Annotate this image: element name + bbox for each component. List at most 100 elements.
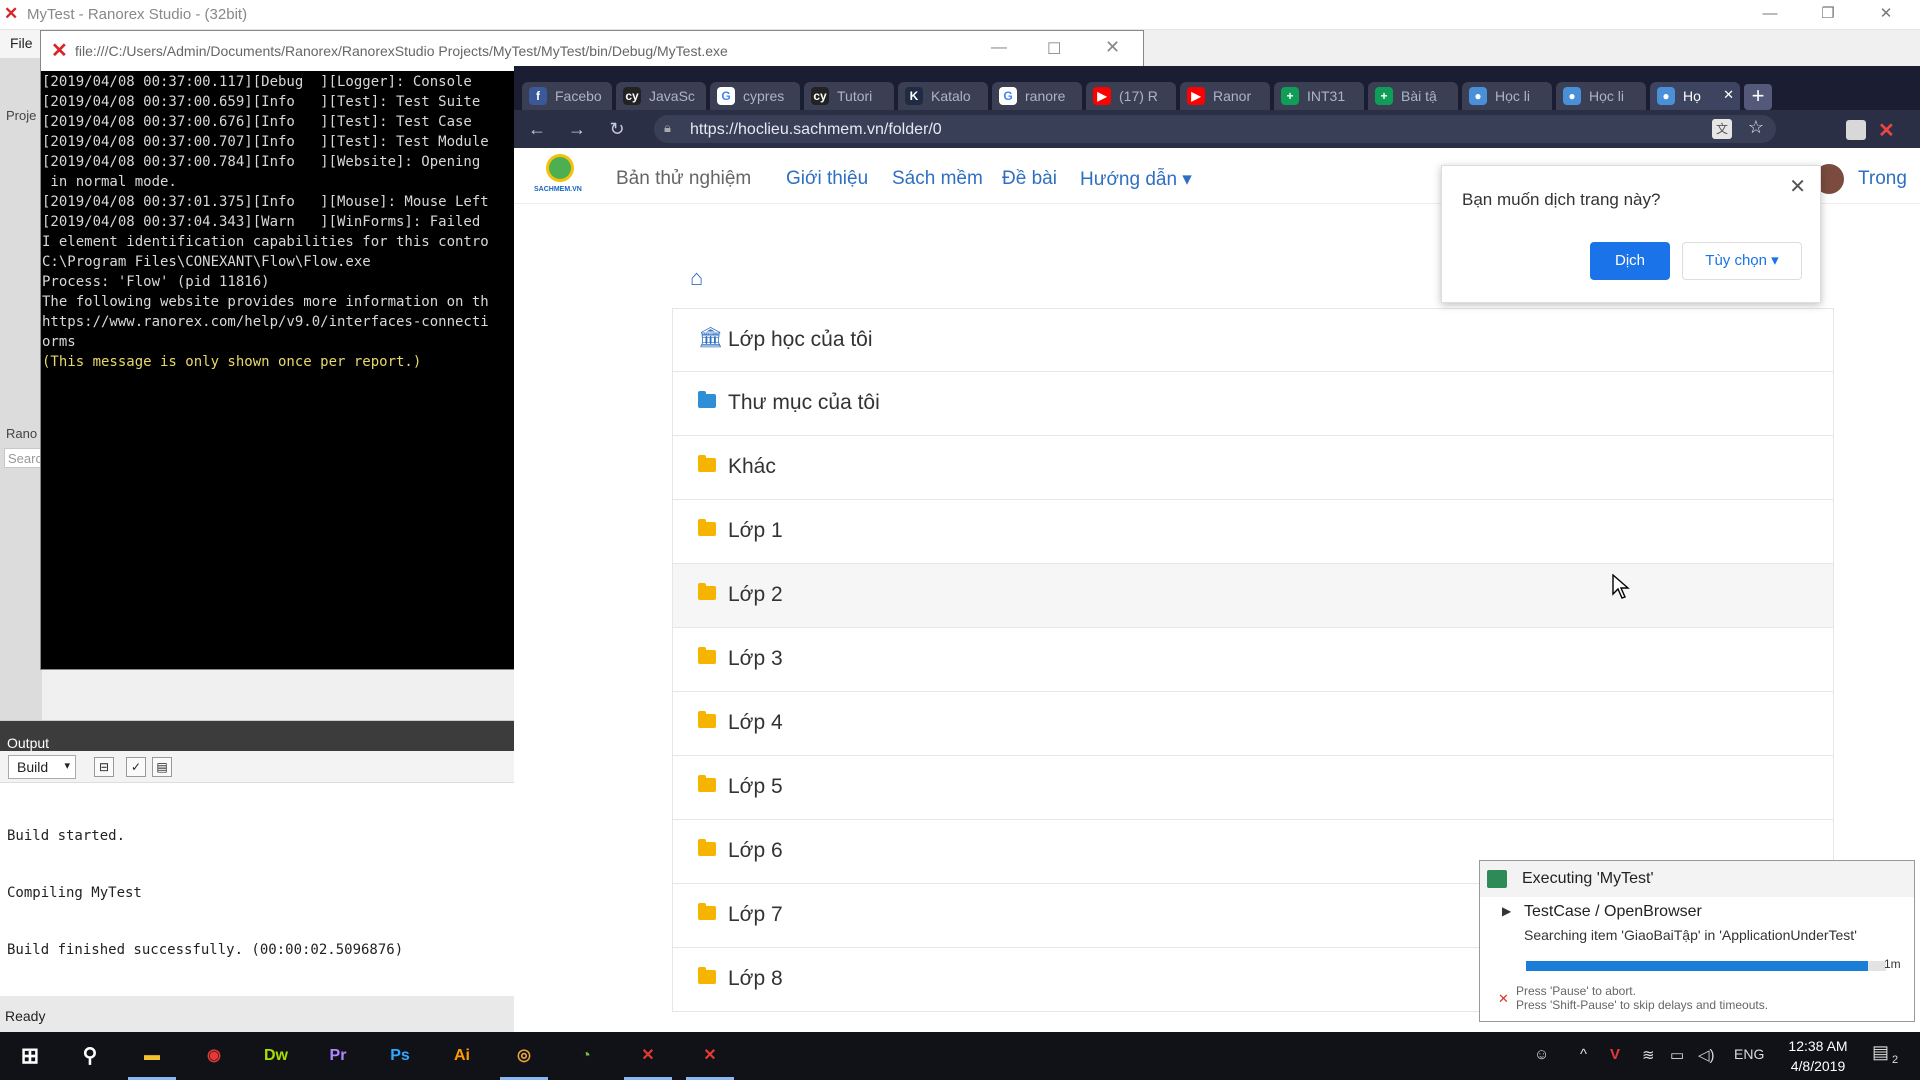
browser-tab[interactable]: ▶ (17) R xyxy=(1086,82,1176,110)
toggle-view-icon[interactable]: ▤ xyxy=(152,757,172,777)
home-icon[interactable]: ⌂ xyxy=(690,265,703,291)
forward-icon[interactable]: → xyxy=(566,119,588,140)
console-line: C:\Program Files\CONEXANT\Flow\Flow.exe xyxy=(42,254,371,270)
ranorex-logo-icon: ✕ xyxy=(4,4,19,23)
clear-output-icon[interactable]: ⊟ xyxy=(94,757,114,777)
abort-icon[interactable]: ✕ xyxy=(1498,991,1509,1007)
tab-label: Học li xyxy=(1589,88,1625,104)
google-icon: G xyxy=(999,87,1017,105)
browser-tab[interactable]: K Katalo xyxy=(898,82,988,110)
translate-button[interactable]: Dịch xyxy=(1590,242,1670,280)
console-line: [2019/04/08 00:37:04.343][Warn ][WinForm… xyxy=(42,214,481,230)
user-name: Trong xyxy=(1858,168,1907,189)
reload-icon[interactable]: ↻ xyxy=(606,119,628,140)
nav-gioi-thieu[interactable]: Giới thiệu xyxy=(786,168,868,190)
folder-row[interactable]: Khác xyxy=(672,436,1834,500)
katalon-icon: K xyxy=(905,87,923,105)
folder-row[interactable]: Lớp 4 xyxy=(672,692,1834,756)
browser-tab[interactable]: ▶ Ranor xyxy=(1180,82,1270,110)
minimize-icon[interactable]: — xyxy=(991,39,1007,57)
word-wrap-icon[interactable]: ✓ xyxy=(126,757,146,777)
browser-tab[interactable]: cy Tutori xyxy=(804,82,894,110)
folder-row[interactable]: Thư mục của tôi xyxy=(672,372,1834,436)
folder-row[interactable]: Lớp 2 xyxy=(672,564,1834,628)
chevron-up-icon[interactable]: ^ xyxy=(1580,1046,1587,1063)
search-input[interactable]: Search xyxy=(4,448,49,468)
folder-icon xyxy=(698,711,716,728)
nav-huong-dan[interactable]: Hướng dẫn ▾ xyxy=(1080,168,1192,191)
folder-icon xyxy=(698,775,716,792)
new-tab-button[interactable]: + xyxy=(1744,84,1772,110)
translate-options-button[interactable]: Tùy chọn ▾ xyxy=(1682,242,1802,280)
illustrator-icon[interactable]: Ai xyxy=(446,1040,478,1072)
battery-icon[interactable]: ▭ xyxy=(1670,1046,1684,1064)
output-source-select[interactable]: Build ▾ xyxy=(8,755,76,779)
clock[interactable]: 12:38 AM 4/8/2019 xyxy=(1778,1036,1858,1076)
ranorex-studio-icon[interactable]: ✕ xyxy=(624,1040,672,1080)
youtube-icon: ▶ xyxy=(1187,87,1205,105)
brand-label[interactable]: Bản thử nghiệm xyxy=(616,168,751,190)
dreamweaver-icon[interactable]: Dw xyxy=(260,1040,292,1072)
folder-label: Lớp 2 xyxy=(728,583,783,606)
close-icon[interactable]: ✕ xyxy=(1857,0,1915,30)
garena-icon[interactable]: ◉ xyxy=(198,1040,230,1072)
google-icon: G xyxy=(717,87,735,105)
photoshop-icon[interactable]: Ps xyxy=(384,1040,416,1072)
search-icon[interactable]: ⚲ xyxy=(74,1040,106,1072)
site-logo[interactable]: SACHMEM.VN xyxy=(534,154,586,200)
back-icon[interactable]: ← xyxy=(526,119,548,140)
ranorex-extension-icon[interactable]: ✕ xyxy=(1878,118,1895,143)
windows-start-icon[interactable]: ⊞ xyxy=(14,1040,46,1072)
volume-icon[interactable]: ◁) xyxy=(1698,1046,1715,1064)
bookmark-star-icon[interactable]: ☆ xyxy=(1748,117,1764,138)
folder-row[interactable]: Lớp 1 xyxy=(672,500,1834,564)
folder-label: Lớp 6 xyxy=(728,839,783,862)
folder-row[interactable]: 🏛︎ Lớp học của tôi xyxy=(672,308,1834,372)
browser-tab[interactable]: Gcypres xyxy=(710,82,800,110)
folder-label: Lớp 4 xyxy=(728,711,783,734)
browser-tab[interactable]: + Bài tậ xyxy=(1368,82,1458,110)
mouse-cursor-icon xyxy=(1612,574,1630,599)
minimize-icon[interactable]: — xyxy=(1741,0,1799,30)
console-line: [2019/04/08 00:37:00.676][Info ][Test]: … xyxy=(42,114,472,130)
taskbar: ⊞ ⚲ ▬ ◉ Dw Pr Ps Ai ◎ ◔ ✕ ✕ ☺ ^ V ≋ ▭ ◁) ENG 12:3… xyxy=(0,1032,1920,1080)
expand-icon[interactable]: ▶ xyxy=(1502,904,1511,918)
notification-center-icon[interactable]: ▤ xyxy=(1872,1042,1889,1063)
close-icon[interactable]: ✕ xyxy=(1105,37,1120,58)
folder-row[interactable]: Lớp 3 xyxy=(672,628,1834,692)
skip-hint: Press 'Shift-Pause' to skip delays and t… xyxy=(1516,998,1769,1012)
tab-label: Học li xyxy=(1495,88,1531,104)
close-icon[interactable]: ✕ xyxy=(1789,174,1806,199)
translate-icon[interactable]: 文 xyxy=(1712,119,1732,139)
extension-icon[interactable] xyxy=(1846,120,1866,140)
close-tab-icon[interactable]: ✕ xyxy=(1723,87,1734,103)
nav-sach-mem[interactable]: Sách mềm xyxy=(892,168,983,190)
chrome-icon[interactable]: ◎ xyxy=(500,1040,548,1080)
file-explorer-icon[interactable]: ▬ xyxy=(128,1040,176,1080)
window-title: MyTest - Ranorex Studio - (32bit) xyxy=(27,6,248,23)
browser-tab[interactable]: ● Học li xyxy=(1462,82,1552,110)
vietkey-icon[interactable]: V xyxy=(1610,1046,1620,1063)
console-line: (This message is only shown once per rep… xyxy=(42,354,422,370)
folder-label: Thư mục của tôi xyxy=(728,391,880,414)
people-icon[interactable]: ☺ xyxy=(1534,1046,1549,1063)
menu-file[interactable]: File xyxy=(10,35,33,51)
browser-tab[interactable]: + INT31 xyxy=(1274,82,1364,110)
url-bar[interactable]: 🔒︎ https://hoclieu.sachmem.vn/folder/0 文… xyxy=(654,115,1776,143)
folder-label: Lớp 1 xyxy=(728,519,783,542)
browser-tab[interactable]: ● Họ ✕ xyxy=(1650,82,1740,110)
browser-tab[interactable]: ● Học li xyxy=(1556,82,1646,110)
coccoc-icon[interactable]: ◔ xyxy=(570,1040,602,1072)
wifi-icon[interactable]: ≋ xyxy=(1642,1046,1655,1064)
folder-row[interactable]: Lớp 5 xyxy=(672,756,1834,820)
browser-tab[interactable]: f Facebo xyxy=(522,82,612,110)
maximize-icon[interactable]: ☐ xyxy=(1047,39,1061,59)
input-language[interactable]: ENG xyxy=(1734,1046,1764,1062)
restore-icon[interactable]: ❐ xyxy=(1799,0,1857,30)
ranorex-runner-icon[interactable]: ✕ xyxy=(686,1040,734,1080)
premiere-icon[interactable]: Pr xyxy=(322,1040,354,1072)
browser-tab[interactable]: Granore xyxy=(992,82,1082,110)
browser-tab[interactable]: cy JavaSc xyxy=(616,82,706,110)
nav-de-bai[interactable]: Đề bài xyxy=(1002,168,1057,190)
youtube-icon: ▶ xyxy=(1093,87,1111,105)
